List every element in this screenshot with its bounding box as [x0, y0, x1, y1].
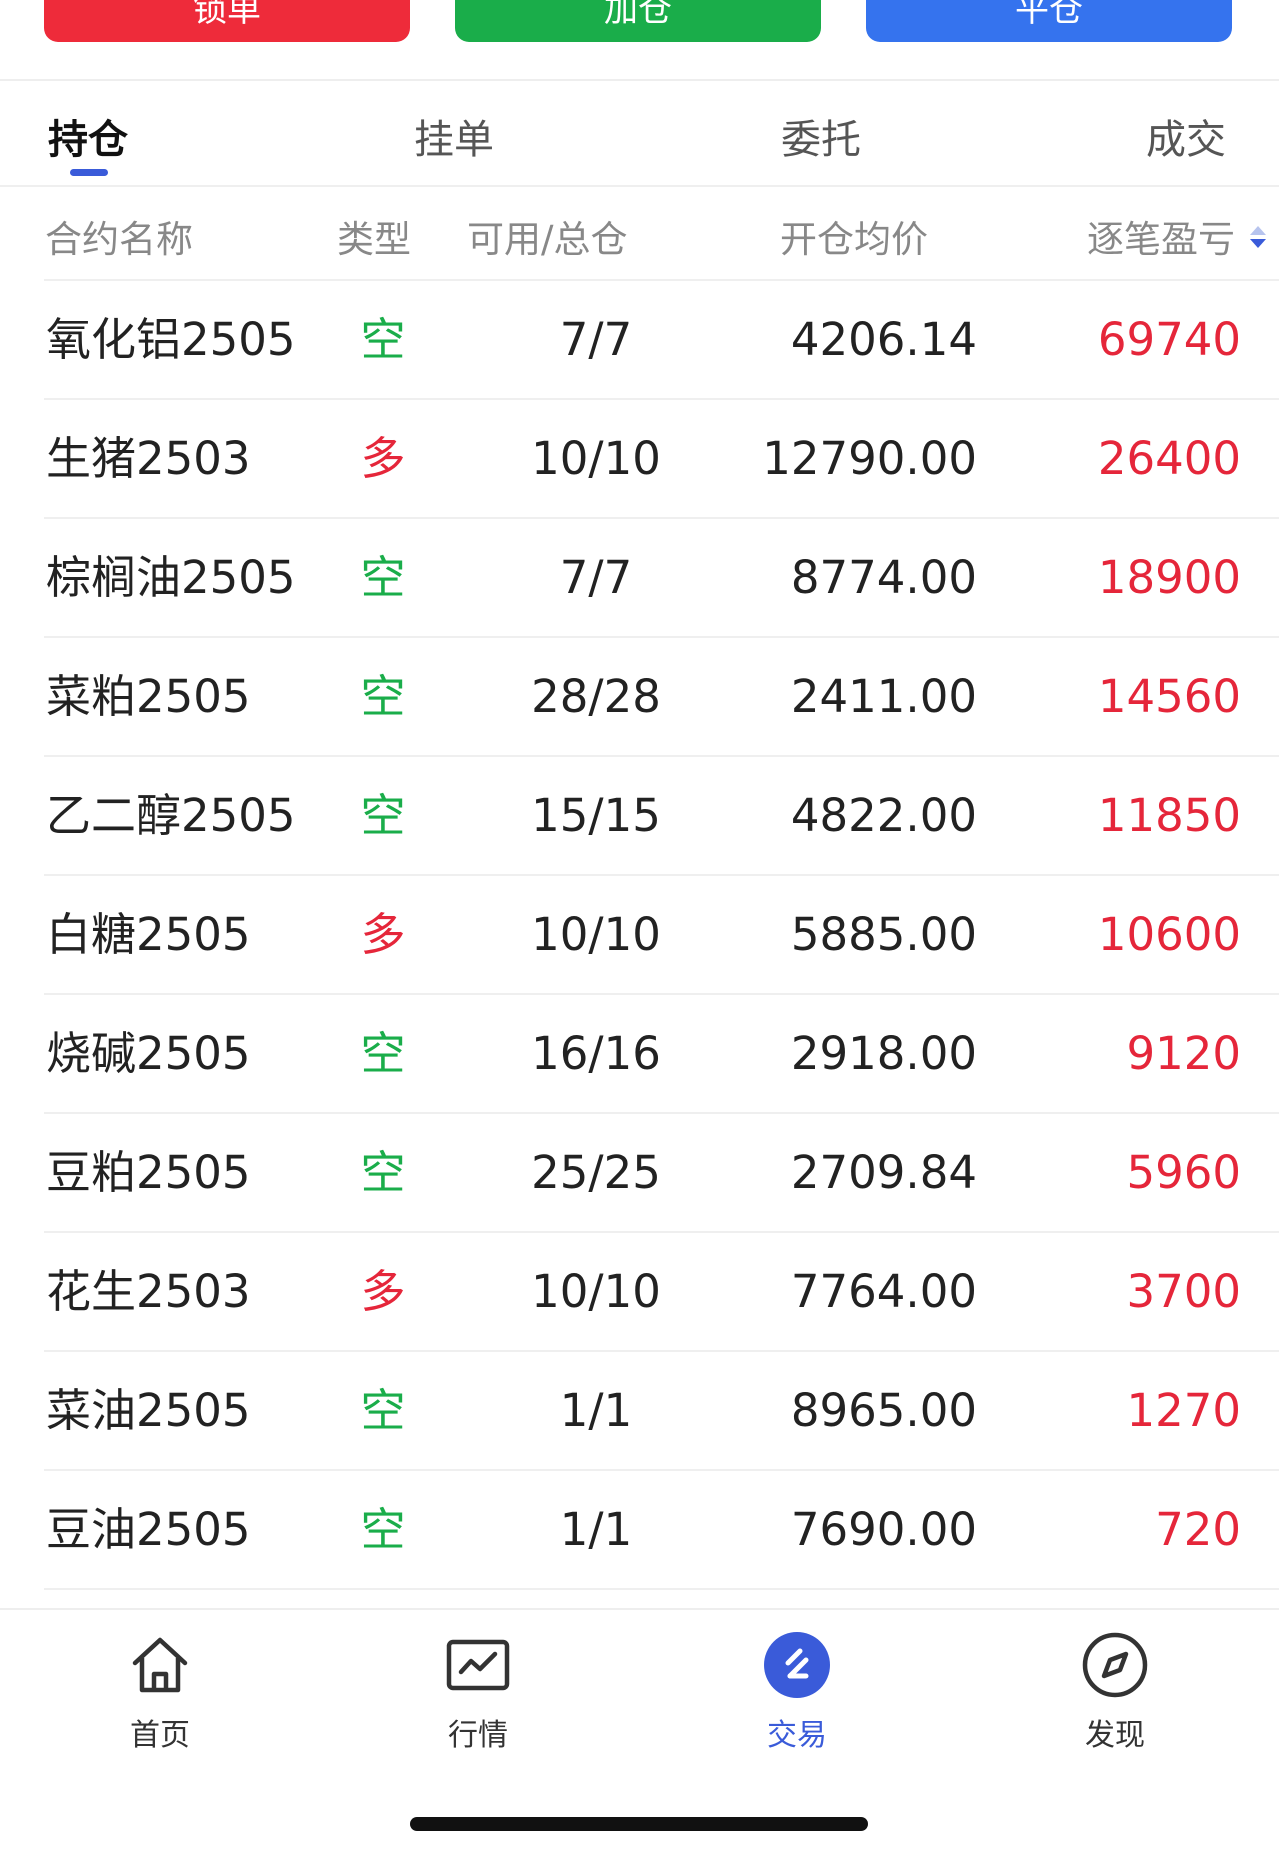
- action-bar: 锁单 加仓 平仓: [0, 0, 1279, 79]
- position-type: 空: [360, 551, 406, 604]
- tab-positions[interactable]: 持仓: [48, 107, 128, 165]
- nav-label-discover: 发现: [1085, 1718, 1145, 1753]
- position-pnl: 3700: [1126, 1265, 1241, 1318]
- avg-open-price: 2709.84: [790, 1146, 977, 1199]
- contract-name: 白糖2505: [46, 908, 251, 961]
- lock-button[interactable]: 锁单: [44, 0, 410, 42]
- position-pnl: 9120: [1126, 1027, 1241, 1080]
- table-row[interactable]: 乙二醇2505 空 15/15 4822.00 11850: [44, 757, 1279, 876]
- compass-icon: [1082, 1632, 1148, 1698]
- table-header: 合约名称 类型 可用/总仓 开仓均价 逐笔盈亏: [0, 187, 1279, 279]
- position-quantity: 28/28: [531, 670, 661, 723]
- avg-open-price: 7690.00: [790, 1503, 977, 1556]
- position-quantity: 1/1: [559, 1384, 633, 1437]
- avg-open-price: 4822.00: [790, 789, 977, 842]
- position-quantity: 7/7: [559, 313, 633, 366]
- position-type: 空: [360, 1503, 406, 1556]
- avg-open-price: 8774.00: [790, 551, 977, 604]
- table-row[interactable]: 花生2503 多 10/10 7764.00 3700: [44, 1233, 1279, 1352]
- nav-label-trade: 交易: [767, 1718, 827, 1753]
- tab-orders[interactable]: 委托: [781, 107, 861, 165]
- avg-open-price: 5885.00: [790, 908, 977, 961]
- position-quantity: 10/10: [531, 1265, 661, 1318]
- table-row[interactable]: 豆粕2505 空 25/25 2709.84 5960: [44, 1114, 1279, 1233]
- position-quantity: 10/10: [531, 908, 661, 961]
- nav-label-market: 行情: [448, 1718, 508, 1753]
- position-type: 空: [360, 789, 406, 842]
- order-tabs: 持仓 挂单 委托 成交: [0, 81, 1279, 185]
- contract-name: 菜油2505: [46, 1384, 251, 1437]
- contract-name: 烧碱2505: [46, 1027, 251, 1080]
- chart-icon: [446, 1639, 510, 1691]
- avg-open-price: 8965.00: [790, 1384, 977, 1437]
- position-pnl: 10600: [1097, 908, 1241, 961]
- close-position-button[interactable]: 平仓: [866, 0, 1232, 42]
- home-icon: [132, 1637, 188, 1693]
- nav-item-home[interactable]: 首页: [60, 1610, 260, 1770]
- table-row[interactable]: 豆油2505 空 1/1 7690.00 720: [44, 1471, 1279, 1590]
- column-header-type: 类型: [337, 218, 411, 261]
- position-pnl: 69740: [1097, 313, 1241, 366]
- position-pnl: 11850: [1097, 789, 1241, 842]
- contract-name: 豆粕2505: [46, 1146, 251, 1199]
- table-row[interactable]: 白糖2505 多 10/10 5885.00 10600: [44, 876, 1279, 995]
- position-quantity: 10/10: [531, 432, 661, 485]
- avg-open-price: 2918.00: [790, 1027, 977, 1080]
- tab-trades[interactable]: 成交: [1146, 107, 1226, 165]
- table-row[interactable]: 生猪2503 多 10/10 12790.00 26400: [44, 400, 1279, 519]
- positions-table: 氧化铝2505 空 7/7 4206.14 69740 生猪2503 多 10/10 12790…: [0, 281, 1279, 1590]
- position-pnl: 26400: [1097, 432, 1241, 485]
- position-type: 空: [360, 1146, 406, 1199]
- nav-item-market[interactable]: 行情: [378, 1610, 578, 1770]
- avg-open-price: 12790.00: [762, 432, 977, 485]
- position-type: 多: [360, 908, 406, 961]
- position-pnl: 14560: [1097, 670, 1241, 723]
- table-row[interactable]: 菜油2505 空 1/1 8965.00 1270: [44, 1352, 1279, 1471]
- position-pnl: 5960: [1126, 1146, 1241, 1199]
- table-row[interactable]: 氧化铝2505 空 7/7 4206.14 69740: [44, 281, 1279, 400]
- contract-name: 花生2503: [46, 1265, 251, 1318]
- nav-item-discover[interactable]: 发现: [1015, 1610, 1215, 1770]
- position-type: 多: [360, 432, 406, 485]
- home-indicator: [410, 1817, 868, 1831]
- avg-open-price: 4206.14: [790, 313, 977, 366]
- column-header-name: 合约名称: [45, 218, 193, 261]
- active-tab-indicator: [70, 169, 108, 176]
- nav-label-home: 首页: [130, 1718, 190, 1753]
- table-row[interactable]: 烧碱2505 空 16/16 2918.00 9120: [44, 995, 1279, 1114]
- position-quantity: 16/16: [531, 1027, 661, 1080]
- table-row[interactable]: 棕榈油2505 空 7/7 8774.00 18900: [44, 519, 1279, 638]
- sort-icon[interactable]: [1248, 224, 1268, 250]
- nav-item-trade[interactable]: 交易: [697, 1610, 897, 1770]
- position-quantity: 1/1: [559, 1503, 633, 1556]
- column-header-position: 可用/总仓: [467, 218, 628, 261]
- table-row[interactable]: 菜粕2505 空 28/28 2411.00 14560: [44, 638, 1279, 757]
- contract-name: 生猪2503: [46, 432, 251, 485]
- contract-name: 氧化铝2505: [46, 313, 296, 366]
- position-quantity: 25/25: [531, 1146, 661, 1199]
- position-type: 空: [360, 670, 406, 723]
- position-type: 空: [360, 1384, 406, 1437]
- position-pnl: 720: [1155, 1503, 1241, 1556]
- position-quantity: 15/15: [531, 789, 661, 842]
- column-header-pnl[interactable]: 逐笔盈亏: [1087, 209, 1235, 263]
- position-type: 多: [360, 1265, 406, 1318]
- column-header-avg-price: 开仓均价: [780, 218, 928, 261]
- position-pnl: 18900: [1097, 551, 1241, 604]
- position-type: 空: [360, 1027, 406, 1080]
- avg-open-price: 2411.00: [790, 670, 977, 723]
- contract-name: 豆油2505: [46, 1503, 251, 1556]
- trade-icon: [764, 1632, 830, 1698]
- contract-name: 乙二醇2505: [46, 789, 296, 842]
- avg-open-price: 7764.00: [790, 1265, 977, 1318]
- contract-name: 棕榈油2505: [46, 551, 296, 604]
- add-position-button[interactable]: 加仓: [455, 0, 821, 42]
- position-quantity: 7/7: [559, 551, 633, 604]
- tab-pending-orders[interactable]: 挂单: [414, 107, 494, 165]
- contract-name: 菜粕2505: [46, 670, 251, 723]
- bottom-nav: 首页 行情 交易 发现: [0, 1610, 1279, 1770]
- position-pnl: 1270: [1126, 1384, 1241, 1437]
- position-type: 空: [360, 313, 406, 366]
